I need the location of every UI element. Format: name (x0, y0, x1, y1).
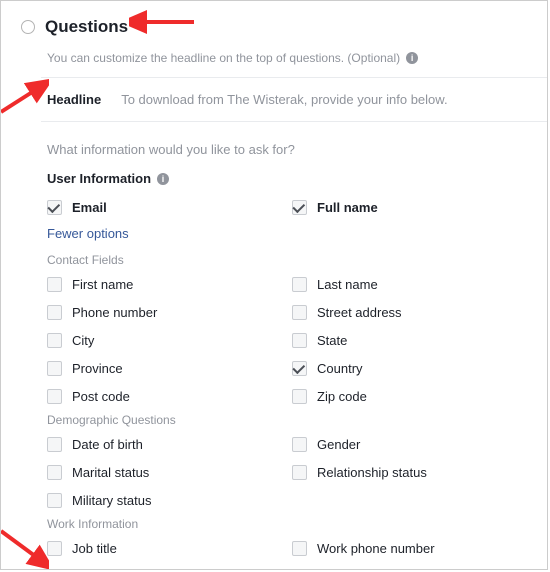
checkbox-option[interactable]: City (47, 329, 282, 351)
section-title: Questions (45, 17, 128, 37)
checkbox-label: Date of birth (72, 437, 143, 452)
fewer-options-link[interactable]: Fewer options (1, 218, 547, 247)
checkbox-option[interactable]: Post code (47, 385, 282, 407)
checkbox-label: Military status (72, 493, 151, 508)
checkbox-option[interactable]: Work phone number (292, 537, 527, 559)
info-icon[interactable]: i (406, 52, 418, 64)
checkbox[interactable] (47, 277, 62, 292)
checkbox[interactable] (292, 569, 307, 571)
group-heading: Work Information (1, 511, 547, 537)
checkbox-label: Job title (72, 541, 117, 556)
checkbox-label: Work email (72, 569, 137, 571)
checkbox[interactable] (292, 277, 307, 292)
checkbox-option[interactable]: Job title (47, 537, 282, 559)
checkbox-label: Last name (317, 277, 378, 292)
checkbox-label: Work phone number (317, 541, 435, 556)
checkbox-option[interactable]: Work email (47, 565, 282, 570)
checkbox-label: Relationship status (317, 465, 427, 480)
checkbox[interactable] (47, 437, 62, 452)
checkbox[interactable] (292, 361, 307, 376)
checkbox[interactable] (47, 465, 62, 480)
checkbox-label: First name (72, 277, 133, 292)
checkbox[interactable] (292, 465, 307, 480)
headline-row: Headline (41, 77, 547, 122)
checkbox-option[interactable]: Province (47, 357, 282, 379)
checkbox-label: Phone number (72, 305, 157, 320)
checkbox-label: Gender (317, 437, 360, 452)
group-heading: Contact Fields (1, 247, 547, 273)
checkbox[interactable] (47, 361, 62, 376)
headline-label: Headline (41, 78, 113, 121)
checkbox[interactable] (292, 437, 307, 452)
group-heading: Demographic Questions (1, 407, 547, 433)
checkbox[interactable] (292, 305, 307, 320)
checkbox-option[interactable]: Street address (292, 301, 527, 323)
section-subtitle: You can customize the headline on the to… (47, 51, 400, 65)
checkbox-option[interactable]: Relationship status (292, 461, 527, 483)
checkbox[interactable] (292, 541, 307, 556)
checkbox[interactable] (292, 389, 307, 404)
checkbox-label: Country (317, 361, 363, 376)
checkbox-option[interactable]: Marital status (47, 461, 282, 483)
questions-radio[interactable] (21, 20, 35, 34)
checkbox-option[interactable]: Full name (292, 196, 527, 218)
checkbox-option[interactable]: Date of birth (47, 433, 282, 455)
checkbox-label: State (317, 333, 347, 348)
checkbox[interactable] (47, 493, 62, 508)
ask-for-label: What information would you like to ask f… (1, 122, 547, 171)
checkbox[interactable] (47, 569, 62, 571)
checkbox-label: Post code (72, 389, 130, 404)
checkbox-label: Marital status (72, 465, 149, 480)
checkbox-label: Full name (317, 200, 378, 215)
checkbox-option[interactable]: Country (292, 357, 527, 379)
checkbox-option[interactable]: Company name (292, 565, 527, 570)
checkbox-label: Province (72, 361, 123, 376)
checkbox-label: Street address (317, 305, 402, 320)
checkbox[interactable] (47, 305, 62, 320)
checkbox[interactable] (47, 333, 62, 348)
checkbox-option[interactable]: Phone number (47, 301, 282, 323)
checkbox[interactable] (47, 200, 62, 215)
checkbox[interactable] (292, 333, 307, 348)
checkbox-label: Company name (317, 569, 409, 571)
checkbox-option[interactable]: Gender (292, 433, 527, 455)
checkbox-option[interactable]: Email (47, 196, 282, 218)
checkbox-option[interactable]: State (292, 329, 527, 351)
checkbox[interactable] (47, 541, 62, 556)
checkbox-option[interactable]: First name (47, 273, 282, 295)
checkbox-option[interactable]: Last name (292, 273, 527, 295)
checkbox-label: City (72, 333, 94, 348)
checkbox[interactable] (47, 389, 62, 404)
checkbox-option[interactable]: Military status (47, 489, 282, 511)
checkbox[interactable] (292, 200, 307, 215)
checkbox-label: Email (72, 200, 107, 215)
info-icon[interactable]: i (157, 173, 169, 185)
checkbox-option[interactable]: Zip code (292, 385, 527, 407)
checkbox-label: Zip code (317, 389, 367, 404)
user-info-heading: User Information (47, 171, 151, 186)
headline-input[interactable] (113, 78, 547, 121)
